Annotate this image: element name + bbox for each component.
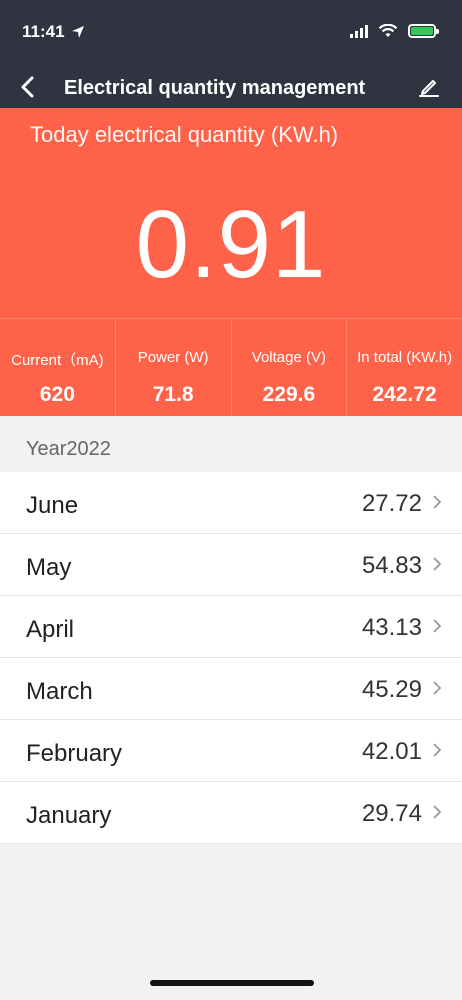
back-chevron-icon[interactable] — [18, 74, 40, 100]
month-label: May — [26, 554, 72, 581]
month-value: 54.83 — [361, 552, 422, 579]
stat-value: 229.6 — [262, 383, 316, 406]
stat-value: 71.8 — [152, 383, 194, 406]
stat-label: In total (KW.h) — [357, 349, 453, 366]
list-item[interactable]: March 45.29 — [0, 658, 462, 720]
status-bar: 11:41 — [0, 0, 462, 68]
list-item[interactable]: May 54.83 — [0, 534, 462, 596]
month-value: 42.01 — [361, 738, 422, 765]
month-label: June — [26, 492, 79, 519]
chevron-right-icon — [433, 495, 442, 509]
stat-power: Power (W) 71.8 — [116, 319, 232, 416]
month-value: 43.13 — [361, 614, 422, 641]
stat-label: Voltage (V) — [251, 349, 326, 366]
cellular-signal-icon — [350, 24, 368, 38]
stat-current: Current（mA) 620 — [0, 319, 116, 416]
status-indicators — [350, 24, 439, 38]
month-label: January — [26, 802, 112, 829]
today-summary-panel: Today electrical quantity (KW.h) 0.91 Cu… — [0, 108, 462, 416]
list-item[interactable]: April 43.13 — [0, 596, 462, 658]
chevron-right-icon — [433, 805, 442, 819]
location-arrow-icon — [71, 26, 84, 38]
wifi-icon — [378, 24, 398, 37]
month-label: March — [26, 678, 93, 705]
home-indicator[interactable] — [150, 980, 314, 986]
page-title: Electrical quantity management — [64, 77, 366, 99]
month-value: 29.74 — [361, 800, 422, 827]
today-quantity-label: Today electrical quantity (KW.h) — [30, 122, 339, 147]
chevron-right-icon — [433, 681, 442, 695]
status-time: 11:41 — [22, 22, 65, 41]
stats-row: Current（mA) 620 Power (W) 71.8 Voltage (… — [0, 318, 462, 416]
stat-value: 620 — [39, 383, 75, 406]
battery-icon — [408, 24, 439, 38]
top-bar: 11:41 Electrical quantity management — [0, 0, 462, 108]
today-quantity-value: 0.91 — [135, 191, 327, 298]
month-label: April — [26, 616, 75, 643]
month-label: February — [26, 740, 123, 767]
monthly-list: June 27.72 May 54.83 April 43.13 March 4… — [0, 472, 462, 844]
list-item[interactable]: February 42.01 — [0, 720, 462, 782]
stat-voltage: Voltage (V) 229.6 — [232, 319, 348, 416]
stat-label: Power (W) — [137, 349, 209, 366]
chevron-right-icon — [433, 743, 442, 757]
status-time-group: 11:41 — [22, 22, 85, 42]
year-title: Year2022 — [26, 438, 111, 460]
year-section-header: Year2022 — [0, 416, 462, 472]
stat-label: Current（mA) — [11, 352, 104, 369]
stat-value: 242.72 — [372, 383, 437, 406]
list-item[interactable]: January 29.74 — [0, 782, 462, 844]
chevron-right-icon — [433, 557, 442, 571]
edit-pencil-icon[interactable] — [418, 76, 440, 98]
chevron-right-icon — [433, 619, 442, 633]
month-value: 45.29 — [361, 676, 422, 703]
month-value: 27.72 — [361, 490, 422, 517]
nav-bar: Electrical quantity management — [0, 68, 462, 108]
list-item[interactable]: June 27.72 — [0, 472, 462, 534]
stat-total: In total (KW.h) 242.72 — [347, 319, 462, 416]
